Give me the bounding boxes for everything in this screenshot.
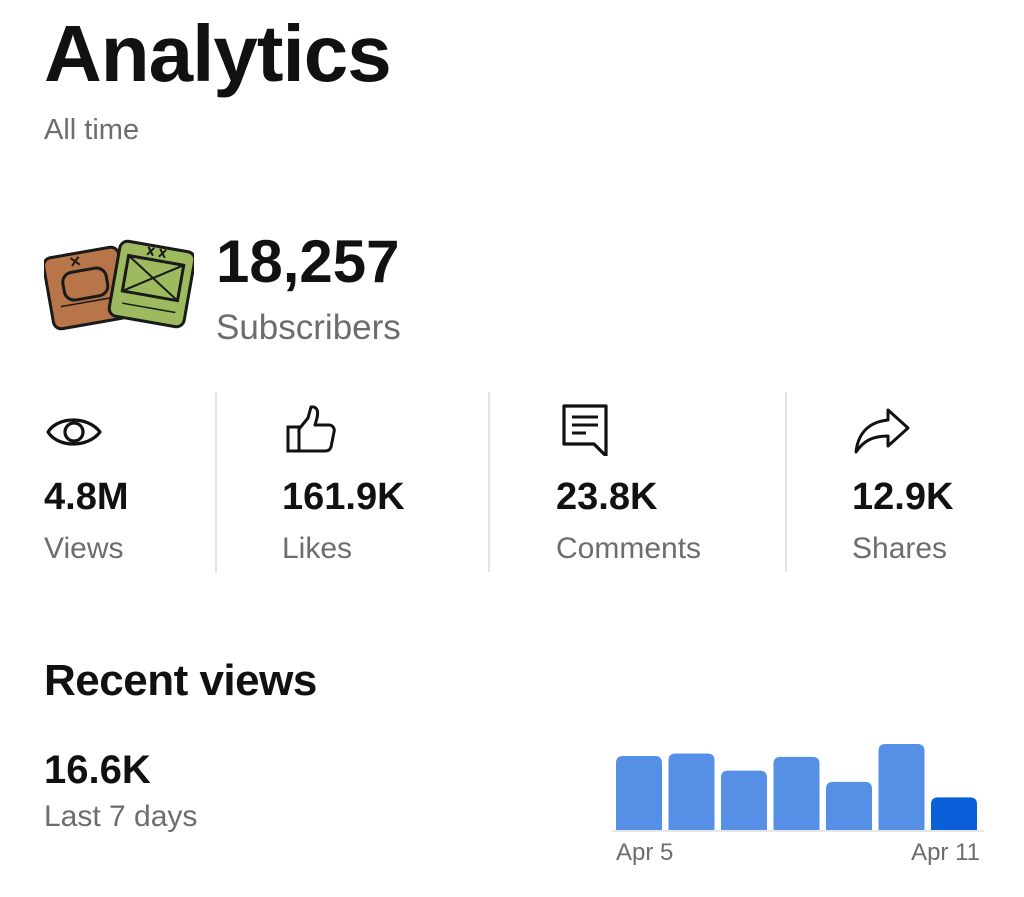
page-title: Analytics (44, 9, 392, 98)
chart-bar[interactable] (931, 797, 977, 830)
stat-label: Likes (282, 532, 353, 565)
chart-bar[interactable] (878, 744, 925, 830)
recent-views-title: Recent views (44, 656, 317, 705)
recent-views-period: Last 7 days (44, 800, 198, 833)
stats-row: 4.8M Views 161.9K Likes 23.8K Comments 1… (0, 392, 1024, 572)
stat-label: Views (44, 532, 124, 565)
stat-label: Shares (852, 532, 948, 565)
subscriber-count: 18,257 (216, 228, 400, 295)
stat-divider (785, 392, 787, 572)
chart-bar[interactable] (826, 781, 872, 830)
chart-bar[interactable] (773, 756, 820, 830)
stat-value: 4.8M (44, 476, 129, 518)
comment-icon (556, 400, 616, 458)
share-icon (852, 400, 912, 456)
chart-bar[interactable] (721, 770, 767, 830)
stat-divider (488, 392, 490, 572)
channel-avatar[interactable] (42, 238, 197, 338)
recent-views-chart[interactable]: Apr 5 Apr 11 (612, 730, 984, 870)
stat-label: Comments (556, 532, 702, 565)
stat-divider (215, 392, 217, 572)
chart-bar[interactable] (668, 753, 715, 830)
subscriber-label: Subscribers (216, 308, 401, 347)
time-period-label[interactable]: All time (44, 114, 139, 147)
stat-value: 161.9K (282, 476, 405, 518)
stat-value: 23.8K (556, 476, 658, 518)
recent-views-value: 16.6K (44, 748, 151, 792)
chart-tick-label: Apr 5 (616, 839, 673, 866)
eye-icon (44, 400, 104, 456)
chart-tick-label: Apr 11 (911, 839, 980, 866)
chart-bar[interactable] (616, 756, 662, 830)
thumbs-up-icon (282, 400, 342, 456)
stat-value: 12.9K (852, 476, 954, 518)
